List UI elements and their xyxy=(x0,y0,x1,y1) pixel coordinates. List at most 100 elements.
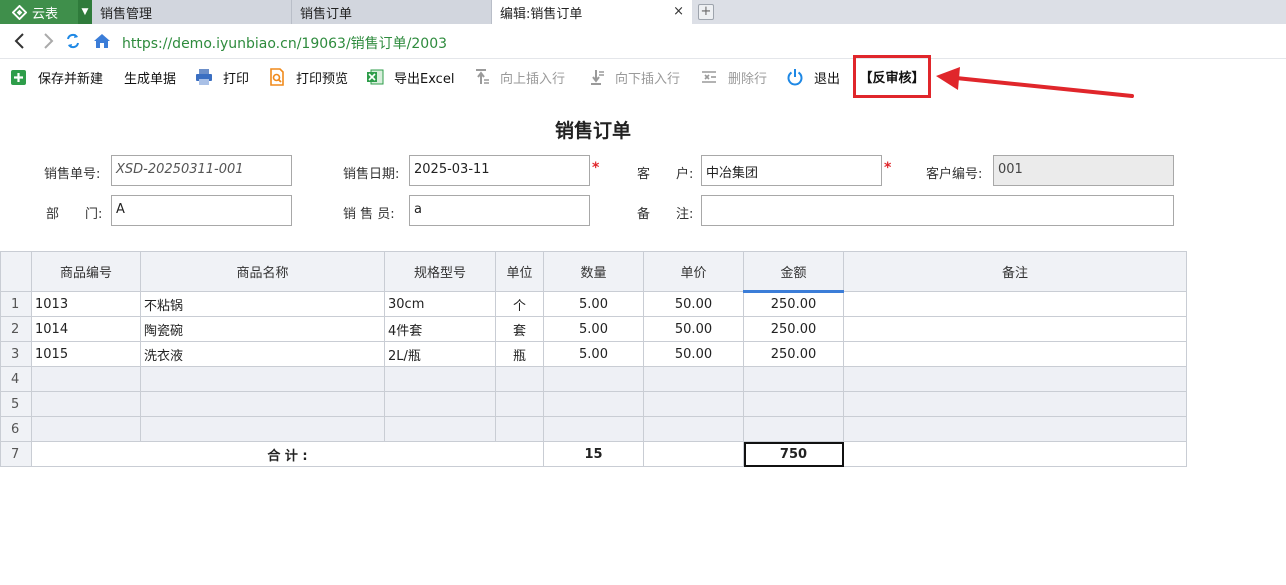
export-excel-button[interactable]: 导出Excel xyxy=(366,59,454,95)
col-header-spec[interactable]: 规格型号 xyxy=(384,251,496,292)
cell-name[interactable] xyxy=(140,366,385,392)
col-header-name[interactable]: 商品名称 xyxy=(140,251,385,292)
cell-spec[interactable] xyxy=(384,416,496,442)
print-preview-label: 打印预览 xyxy=(296,71,349,87)
cell-spec[interactable]: 4件套 xyxy=(384,316,496,342)
cell-amount[interactable]: 250.00 xyxy=(743,291,844,317)
cell-code[interactable] xyxy=(31,366,141,392)
insert-row-above-button[interactable]: 向上插入行 xyxy=(472,59,565,95)
cell-unit[interactable] xyxy=(495,391,544,417)
salesperson-field[interactable]: a xyxy=(409,195,590,226)
cell-name[interactable] xyxy=(140,391,385,417)
app-tab[interactable]: 云表 xyxy=(0,0,78,24)
excel-icon xyxy=(367,69,384,85)
generate-document-button[interactable]: 生成单据 xyxy=(124,59,176,95)
cell-remark[interactable] xyxy=(843,416,1187,442)
new-tab-button[interactable]: + xyxy=(698,4,714,20)
order-no-field[interactable]: XSD-20250311-001 xyxy=(111,155,292,186)
cell-amount[interactable]: 250.00 xyxy=(743,341,844,367)
customer-field[interactable]: 中冶集团 xyxy=(701,155,882,186)
remark-field[interactable] xyxy=(701,195,1174,226)
col-header-price[interactable]: 单价 xyxy=(643,251,744,292)
table-row: 4 xyxy=(0,366,1187,392)
total-qty[interactable]: 15 xyxy=(543,441,644,467)
refresh-icon[interactable] xyxy=(63,31,83,51)
delete-row-button[interactable]: 删除行 xyxy=(700,59,767,95)
cell-price[interactable] xyxy=(643,416,744,442)
forward-icon[interactable] xyxy=(38,31,58,51)
cell-remark[interactable] xyxy=(843,291,1187,317)
print-preview-button[interactable]: 打印预览 xyxy=(268,59,348,95)
cell-remark[interactable] xyxy=(843,341,1187,367)
cell-code[interactable]: 1013 xyxy=(31,291,141,317)
cell-unit[interactable] xyxy=(495,366,544,392)
cell-qty[interactable] xyxy=(543,391,644,417)
col-header-unit[interactable]: 单位 xyxy=(495,251,544,292)
cell-spec[interactable] xyxy=(384,391,496,417)
cell-unit[interactable]: 个 xyxy=(495,291,544,317)
cell-code[interactable] xyxy=(31,391,141,417)
cell-unit[interactable]: 套 xyxy=(495,316,544,342)
delete-row-icon xyxy=(702,71,716,83)
cell-remark[interactable] xyxy=(843,366,1187,392)
cell-qty[interactable]: 5.00 xyxy=(543,316,644,342)
exit-button[interactable]: 退出 xyxy=(786,59,840,95)
cell-price[interactable] xyxy=(643,391,744,417)
grid-header-row: 商品编号 商品名称 规格型号 单位 数量 单价 金额 备注 xyxy=(0,251,1187,293)
cell-price[interactable]: 50.00 xyxy=(643,316,744,342)
total-price-cell[interactable] xyxy=(643,441,744,467)
cell-qty[interactable] xyxy=(543,416,644,442)
url-text[interactable]: https://demo.iyunbiao.cn/19063/销售订单/2003 xyxy=(122,33,447,53)
cell-name[interactable]: 不粘锅 xyxy=(140,291,385,317)
tab-close-icon[interactable]: × xyxy=(673,4,684,19)
cell-qty[interactable]: 5.00 xyxy=(543,341,644,367)
app-menu-chevron-icon[interactable]: ▼ xyxy=(78,0,92,24)
cell-amount[interactable]: 250.00 xyxy=(743,316,844,342)
back-icon[interactable] xyxy=(10,31,30,51)
col-header-remark[interactable]: 备注 xyxy=(843,251,1187,292)
cell-price[interactable]: 50.00 xyxy=(643,291,744,317)
cell-qty[interactable]: 5.00 xyxy=(543,291,644,317)
col-header-amount[interactable]: 金额 xyxy=(743,251,844,293)
row-number: 3 xyxy=(0,341,32,367)
total-remark-cell[interactable] xyxy=(843,441,1187,467)
cell-code[interactable] xyxy=(31,416,141,442)
insert-row-below-button[interactable]: 向下插入行 xyxy=(587,59,680,95)
cell-amount[interactable] xyxy=(743,366,844,392)
tab-sales-order[interactable]: 销售订单 xyxy=(292,0,492,24)
total-amount[interactable]: 750 xyxy=(743,441,844,467)
tab-sales-management[interactable]: 销售管理 xyxy=(92,0,292,24)
unreview-button[interactable]: 【反审核】 xyxy=(853,55,931,98)
cell-price[interactable]: 50.00 xyxy=(643,341,744,367)
home-icon[interactable] xyxy=(92,31,112,51)
cell-code[interactable]: 1014 xyxy=(31,316,141,342)
table-row: 5 xyxy=(0,391,1187,417)
save-and-new-button[interactable]: 保存并新建 xyxy=(10,59,103,95)
row-number: 2 xyxy=(0,316,32,342)
cell-spec[interactable]: 30cm xyxy=(384,291,496,317)
cell-price[interactable] xyxy=(643,366,744,392)
cell-unit[interactable] xyxy=(495,416,544,442)
cell-name[interactable]: 陶瓷碗 xyxy=(140,316,385,342)
cell-remark[interactable] xyxy=(843,391,1187,417)
print-button[interactable]: 打印 xyxy=(195,59,249,95)
sales-date-field[interactable]: 2025-03-11 xyxy=(409,155,590,186)
insert-row-above-label: 向上插入行 xyxy=(500,71,566,87)
col-header-qty[interactable]: 数量 xyxy=(543,251,644,292)
cell-spec[interactable] xyxy=(384,366,496,392)
cell-code[interactable]: 1015 xyxy=(31,341,141,367)
row-number: 5 xyxy=(0,391,32,417)
cell-amount[interactable] xyxy=(743,416,844,442)
cell-remark[interactable] xyxy=(843,316,1187,342)
department-field[interactable]: A xyxy=(111,195,292,226)
cell-unit[interactable]: 瓶 xyxy=(495,341,544,367)
cell-amount[interactable] xyxy=(743,391,844,417)
cell-name[interactable]: 洗衣液 xyxy=(140,341,385,367)
cell-qty[interactable] xyxy=(543,366,644,392)
tab-edit-sales-order[interactable]: 编辑:销售订单 × xyxy=(492,0,692,24)
cell-name[interactable] xyxy=(140,416,385,442)
print-preview-icon xyxy=(270,68,284,86)
col-header-code[interactable]: 商品编号 xyxy=(31,251,141,292)
tab-label: 销售管理 xyxy=(100,6,153,22)
cell-spec[interactable]: 2L/瓶 xyxy=(384,341,496,367)
